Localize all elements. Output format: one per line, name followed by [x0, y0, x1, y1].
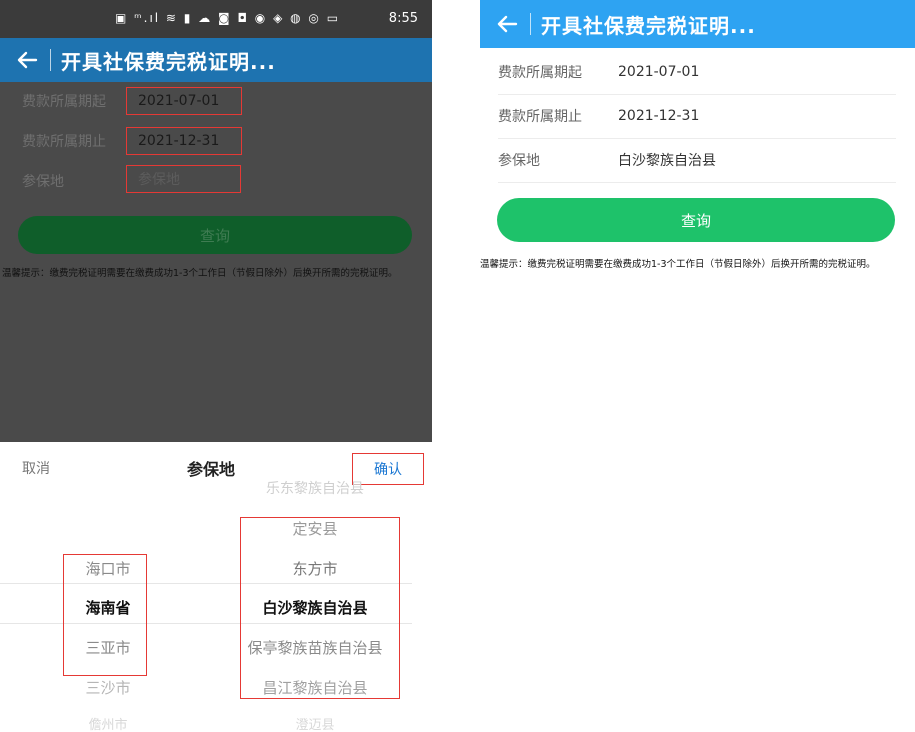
- status-icons: ▣ ᵐ.ıl ≋ ▮ ☁ ◙ ◘ ◉ ◈ ◍ ◎ ▭: [115, 11, 341, 25]
- picker-title: 参保地: [187, 460, 236, 479]
- col1-highlight-box: [63, 554, 147, 676]
- picker-col2-item[interactable]: 乐东黎族自治县: [222, 478, 408, 498]
- end-date-label: 费款所属期止: [22, 134, 106, 150]
- region-picker: 取消 参保地 确认 海口市 海南省 三亚市 三沙市 儋州市 乐东黎族自治县 定安…: [0, 442, 432, 732]
- tip-text: 温馨提示：缴费完税证明需要在缴费成功1-3个工作日（节假日除外）后换开所需的完税…: [480, 259, 876, 270]
- start-date-label: 费款所属期起: [498, 65, 582, 81]
- picker-col1-item[interactable]: 儋州市: [64, 714, 152, 732]
- dimmed-form: 费款所属期起 2021-07-01 费款所属期止 2021-12-31 参保地 …: [0, 82, 432, 442]
- place-label: 参保地: [498, 153, 540, 169]
- back-arrow-icon[interactable]: [14, 47, 40, 73]
- picker-col2-item[interactable]: 澄迈县: [222, 714, 408, 732]
- page-title: 开具社保费完税证明...: [61, 49, 276, 74]
- right-screen: 开具社保费完税证明... 费款所属期起 2021-07-01 费款所属期止 20…: [480, 0, 915, 732]
- query-button[interactable]: 查询: [18, 216, 412, 254]
- title-divider: [50, 49, 51, 71]
- app-bar: 开具社保费完税证明...: [480, 0, 915, 48]
- start-date-value: 2021-07-01: [618, 64, 700, 80]
- end-date-value: 2021-12-31: [618, 108, 700, 124]
- picker-col1-item[interactable]: 三沙市: [64, 677, 152, 698]
- app-bar: 开具社保费完税证明...: [0, 38, 432, 82]
- end-date-label: 费款所属期止: [498, 109, 582, 125]
- page-title: 开具社保费完税证明...: [541, 13, 756, 38]
- left-screen: ▣ ᵐ.ıl ≋ ▮ ☁ ◙ ◘ ◉ ◈ ◍ ◎ ▭ 8:55 开具社保费完税证…: [0, 0, 432, 732]
- col2-highlight-box: [240, 517, 400, 699]
- back-arrow-icon[interactable]: [494, 11, 520, 37]
- end-date-row[interactable]: 费款所属期止 2021-12-31: [498, 94, 896, 139]
- query-button[interactable]: 查询: [497, 198, 895, 242]
- place-value: 白沙黎族自治县: [618, 153, 716, 169]
- place-field[interactable]: 参保地: [126, 165, 241, 193]
- end-date-field[interactable]: 2021-12-31: [126, 127, 242, 155]
- status-bar: ▣ ᵐ.ıl ≋ ▮ ☁ ◙ ◘ ◉ ◈ ◍ ◎ ▭ 8:55: [0, 0, 432, 38]
- title-divider: [530, 13, 531, 35]
- tip-text: 温馨提示：缴费完税证明需要在缴费成功1-3个工作日（节假日除外）后换开所需的完税…: [2, 268, 398, 279]
- start-date-row[interactable]: 费款所属期起 2021-07-01: [498, 50, 896, 95]
- status-time: 8:55: [388, 11, 418, 26]
- start-date-label: 费款所属期起: [22, 94, 106, 110]
- place-row[interactable]: 参保地 白沙黎族自治县: [498, 138, 896, 183]
- place-label: 参保地: [22, 174, 64, 190]
- cancel-button[interactable]: 取消: [22, 458, 50, 478]
- start-date-field[interactable]: 2021-07-01: [126, 87, 242, 115]
